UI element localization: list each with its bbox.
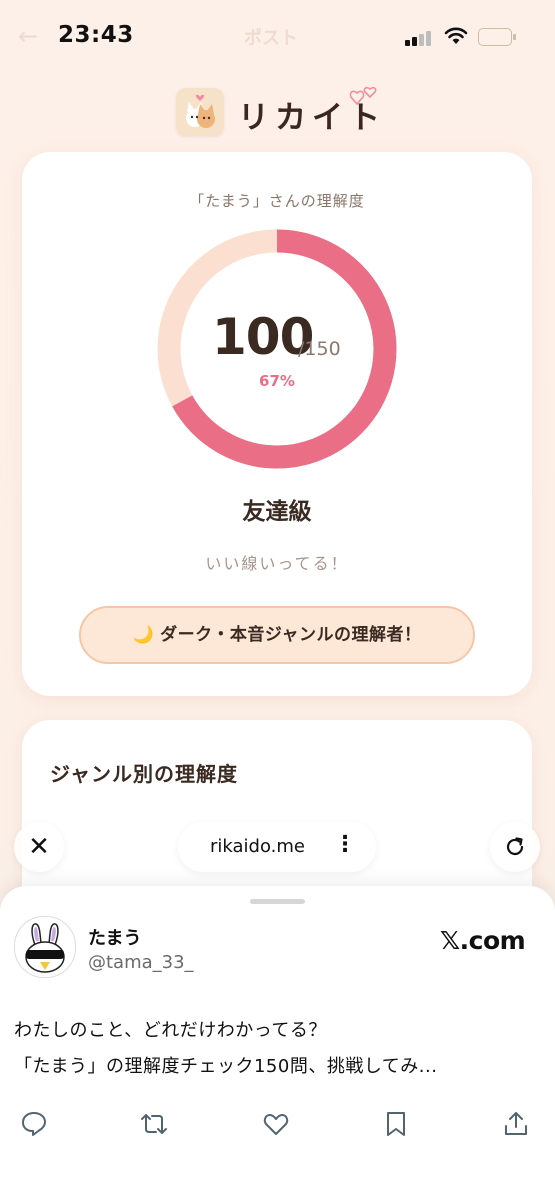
more-vertical-icon[interactable]: ⋮: [334, 832, 356, 857]
result-card: 「たまう」さんの理解度 100 /150 67% 友達級 いい線いってる！ 🌙 ダ…: [22, 152, 532, 696]
cat-logo-icon: [176, 88, 224, 136]
wifi-icon: [444, 26, 468, 50]
battery-icon: [478, 28, 516, 46]
back-arrow-icon[interactable]: ←: [18, 22, 38, 50]
tweet-actions: [0, 1104, 555, 1144]
badge-label: ダーク・本音ジャンルの理解者！: [160, 625, 422, 645]
share-icon[interactable]: [496, 1104, 536, 1144]
url-pill[interactable]: rikaido.me ⋮: [178, 822, 376, 872]
url-text: rikaido.me: [210, 836, 305, 857]
page-header-title: ポスト: [244, 28, 298, 49]
status-bar: ← ポスト 23:43: [0, 0, 555, 70]
app-header: リカイト: [0, 82, 555, 142]
tweet-author-name[interactable]: たまう: [88, 924, 141, 950]
rank-title: 友達級: [242, 499, 312, 525]
tweet-sheet: たまう @tama_33_ 𝕏.com わたしのこと、どれだけわかってる？ 「た…: [0, 886, 555, 1200]
tweet-author-handle[interactable]: @tama_33_: [88, 952, 194, 973]
bookmark-icon[interactable]: [376, 1104, 416, 1144]
score-total: /150: [298, 338, 341, 360]
tweet-text-line: わたしのこと、どれだけわかってる？: [14, 1020, 327, 1041]
result-caption: 「たまう」さんの理解度: [189, 192, 365, 210]
rank-comment: いい線いってる！: [205, 554, 349, 573]
score-percent: 67%: [259, 372, 295, 390]
avatar[interactable]: [14, 916, 76, 978]
sheet-grabber[interactable]: [250, 899, 305, 904]
moon-icon: 🌙: [132, 625, 155, 645]
hearts-icon: [349, 84, 379, 112]
reply-icon[interactable]: [14, 1104, 54, 1144]
close-icon[interactable]: ✕: [14, 822, 64, 872]
signal-icon: [405, 30, 435, 46]
status-time: 23:43: [58, 22, 134, 48]
genre-badge[interactable]: 🌙 ダーク・本音ジャンルの理解者！: [79, 606, 475, 664]
like-icon[interactable]: [256, 1104, 296, 1144]
reload-icon[interactable]: [490, 822, 540, 872]
tweet-text-line: 「たまう」の理解度チェック150問、挑戦してみ...: [14, 1056, 438, 1077]
genre-section-title: ジャンル別の理解度: [50, 762, 238, 786]
browser-toolbar: ✕ rikaido.me ⋮: [0, 820, 555, 876]
repost-icon[interactable]: [134, 1104, 174, 1144]
x-com-logo[interactable]: 𝕏.com: [440, 926, 526, 955]
